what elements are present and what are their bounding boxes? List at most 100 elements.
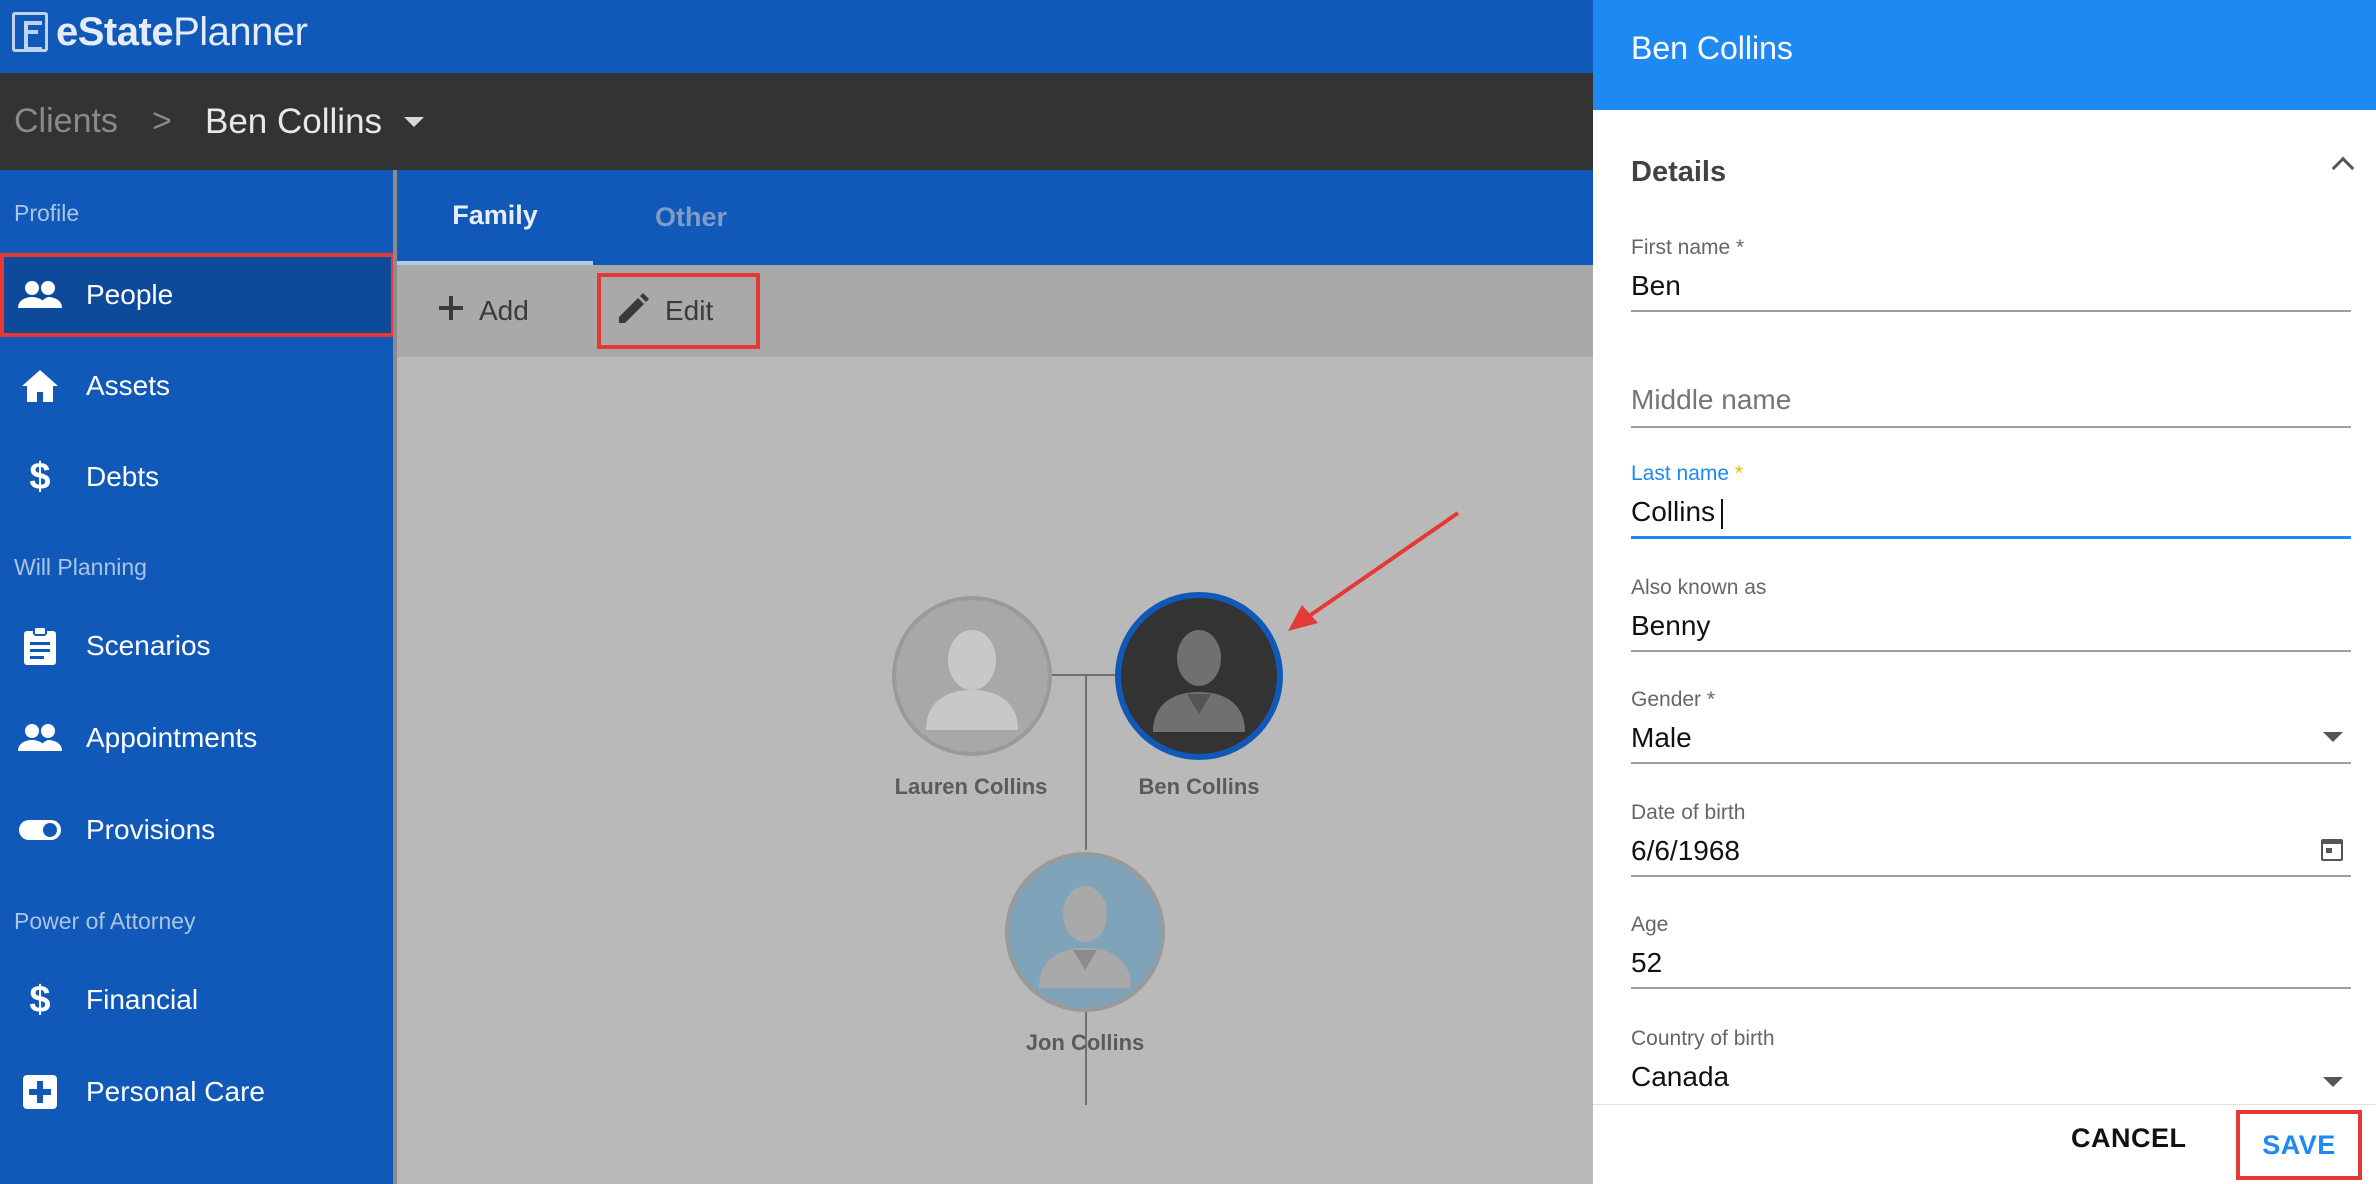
dollar-icon: $ bbox=[29, 455, 51, 498]
age-field[interactable]: Age 52 bbox=[1631, 913, 2351, 989]
person-name-ben: Ben Collins bbox=[1138, 774, 1260, 799]
app-logo[interactable]: eStatePlanner bbox=[12, 8, 308, 56]
breadcrumb-clients-link[interactable]: Clients bbox=[14, 102, 118, 141]
annotation-arrow-icon bbox=[1288, 511, 1460, 631]
tab-other[interactable]: Other bbox=[593, 170, 789, 265]
sidebar-item-personal-care[interactable]: Personal Care bbox=[0, 1050, 395, 1134]
sidebar-item-debts[interactable]: $ Debts bbox=[0, 435, 395, 519]
sidebar-item-provisions[interactable]: Provisions bbox=[0, 788, 395, 872]
last-name-label-wrap: Last name * bbox=[1631, 462, 2351, 488]
panel-title: Ben Collins bbox=[1631, 30, 1793, 66]
panel-footer: CANCEL SAVE bbox=[1593, 1104, 2376, 1184]
sidebar-item-appointments[interactable]: Appointments bbox=[0, 696, 395, 780]
home-icon bbox=[18, 364, 62, 408]
field-underline bbox=[1631, 310, 2351, 312]
breadcrumb: Clients > Ben Collins bbox=[0, 73, 1593, 170]
last-name-label: Last name bbox=[1631, 462, 1730, 485]
sidebar-section-profile: Profile bbox=[14, 200, 80, 226]
calendar-icon[interactable] bbox=[2321, 839, 2343, 861]
chevron-down-icon[interactable] bbox=[404, 117, 424, 127]
required-mark: * bbox=[1734, 462, 1744, 485]
person-name-jon: Jon Collins bbox=[1025, 1030, 1145, 1055]
dropdown-arrow-icon[interactable] bbox=[2323, 732, 2343, 742]
dollar-icon: $ bbox=[29, 978, 51, 1021]
last-name-value: Collins bbox=[1631, 496, 1716, 527]
add-button-label: Add bbox=[479, 295, 529, 326]
dob-value: 6/6/1968 bbox=[1631, 835, 1740, 866]
last-name-value-wrap: Collins bbox=[1631, 496, 2351, 532]
country-of-birth-select[interactable]: Country of birth Canada bbox=[1631, 1027, 2351, 1097]
sidebar-item-assets[interactable]: Assets bbox=[0, 344, 395, 428]
people-icon bbox=[18, 273, 62, 317]
medical-cross-icon bbox=[18, 1070, 62, 1114]
breadcrumb-separator: > bbox=[152, 102, 172, 140]
sidebar-item-label: Debts bbox=[86, 461, 160, 492]
pencil-icon bbox=[617, 291, 651, 332]
male-avatar-icon bbox=[1153, 630, 1245, 732]
toolbar: Add Edit bbox=[397, 265, 1593, 357]
male-avatar-icon bbox=[1039, 886, 1131, 988]
field-underline bbox=[1631, 536, 2351, 539]
date-of-birth-field[interactable]: Date of birth 6/6/1968 bbox=[1631, 801, 2351, 877]
gender-value: Male bbox=[1631, 722, 1692, 753]
sidebar: Profile People Assets $ Debts Will Plann… bbox=[0, 170, 395, 1184]
plus-icon bbox=[437, 294, 465, 329]
sidebar-item-scenarios[interactable]: Scenarios bbox=[0, 604, 395, 688]
aka-value: Benny bbox=[1631, 610, 1711, 641]
sidebar-item-label: Financial bbox=[86, 984, 199, 1015]
person-avatar-jon[interactable] bbox=[1005, 852, 1165, 1012]
family-tree-canvas bbox=[397, 357, 1593, 1184]
first-name-label: First name * bbox=[1631, 236, 1745, 259]
first-name-value: Ben bbox=[1631, 270, 1681, 301]
edit-button[interactable]: Edit bbox=[597, 273, 760, 349]
sidebar-item-label: Appointments bbox=[86, 722, 258, 753]
sidebar-item-people[interactable]: People bbox=[0, 253, 395, 337]
logo-icon bbox=[12, 12, 48, 52]
sidebar-item-financial[interactable]: $ Financial bbox=[0, 958, 395, 1042]
field-underline bbox=[1631, 650, 2351, 652]
dropdown-arrow-icon[interactable] bbox=[2323, 1077, 2343, 1087]
tab-family[interactable]: Family bbox=[397, 170, 593, 265]
cancel-button[interactable]: CANCEL bbox=[2071, 1123, 2187, 1154]
people-icon bbox=[18, 716, 62, 760]
person-avatar-lauren[interactable] bbox=[892, 596, 1052, 756]
details-section-title: Details bbox=[1631, 156, 1727, 188]
field-underline bbox=[1631, 987, 2351, 989]
first-name-field[interactable]: First name * Ben bbox=[1631, 236, 2351, 312]
text-cursor bbox=[1721, 498, 1724, 529]
sidebar-section-will-planning: Will Planning bbox=[14, 554, 147, 580]
sidebar-item-label: People bbox=[86, 279, 174, 310]
breadcrumb-current-client[interactable]: Ben Collins bbox=[205, 102, 382, 142]
age-label: Age bbox=[1631, 913, 1669, 936]
person-avatar-ben[interactable] bbox=[1115, 592, 1283, 760]
app-header: eStatePlanner bbox=[0, 0, 1593, 73]
field-underline bbox=[1631, 762, 2351, 764]
country-label: Country of birth bbox=[1631, 1027, 1775, 1050]
toggle-icon bbox=[18, 808, 62, 852]
sidebar-item-label: Personal Care bbox=[86, 1076, 265, 1107]
aka-field[interactable]: Also known as Benny bbox=[1631, 576, 2351, 652]
person-details-panel: Ben Collins Details First name * Ben Mid… bbox=[1593, 0, 2376, 1184]
panel-header: Ben Collins bbox=[1593, 0, 2376, 110]
gender-label: Gender * bbox=[1631, 688, 1716, 711]
middle-name-placeholder: Middle name bbox=[1631, 384, 1792, 415]
sidebar-item-label: Scenarios bbox=[86, 630, 211, 661]
field-underline bbox=[1631, 875, 2351, 877]
middle-name-field[interactable]: Middle name bbox=[1631, 384, 2351, 428]
descendant-connector bbox=[1085, 1012, 1087, 1105]
gender-select[interactable]: Gender * Male bbox=[1631, 688, 2351, 764]
add-button[interactable]: Add bbox=[437, 273, 529, 349]
sidebar-section-power-of-attorney: Power of Attorney bbox=[14, 908, 196, 934]
person-name-lauren: Lauren Collins bbox=[894, 774, 1048, 799]
chevron-up-icon[interactable] bbox=[2331, 156, 2355, 180]
aka-label: Also known as bbox=[1631, 576, 1767, 599]
edit-button-label: Edit bbox=[665, 295, 714, 326]
child-connector bbox=[1085, 675, 1087, 850]
female-avatar-icon bbox=[926, 630, 1018, 730]
save-button[interactable]: SAVE bbox=[2236, 1110, 2362, 1180]
sidebar-item-label: Provisions bbox=[86, 814, 216, 845]
country-value: Canada bbox=[1631, 1061, 1730, 1092]
tab-bar: Family Other bbox=[397, 170, 1593, 265]
age-value: 52 bbox=[1631, 947, 1663, 978]
last-name-field[interactable]: Last name * Collins bbox=[1631, 462, 2351, 539]
